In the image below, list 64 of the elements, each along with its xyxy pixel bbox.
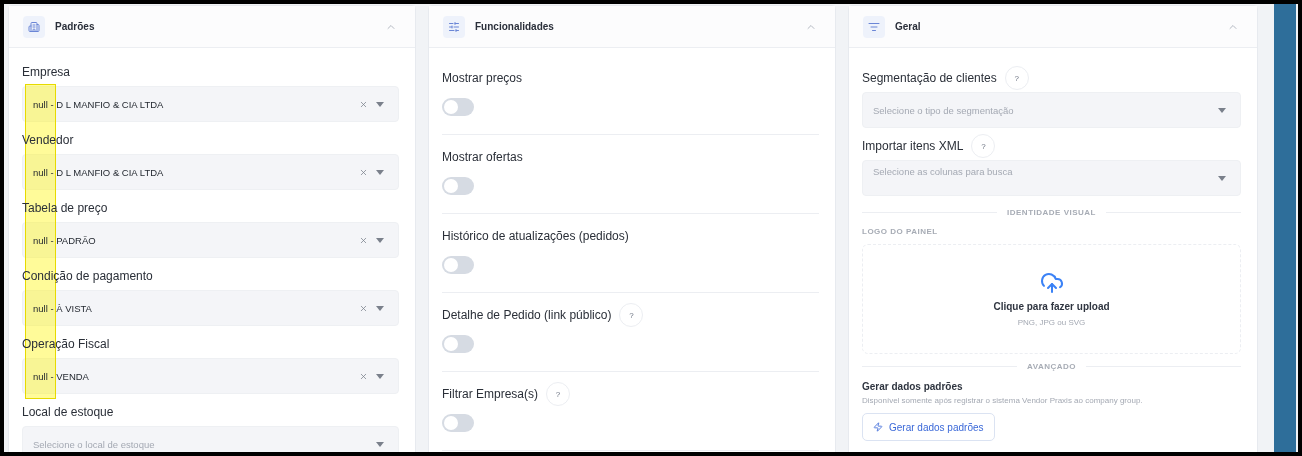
card-title: Padrões bbox=[55, 21, 96, 32]
dropdown-caret-icon bbox=[376, 169, 384, 175]
dropdown-caret-icon bbox=[376, 237, 384, 243]
filter-icon bbox=[868, 20, 880, 33]
logo-label: LOGO DO PAINEL bbox=[862, 227, 939, 236]
card-header[interactable]: Funcionalidades bbox=[429, 6, 835, 48]
card-title: Funcionalidades bbox=[475, 21, 555, 32]
help-button[interactable]: ? bbox=[971, 134, 996, 158]
select-field[interactable]: null - À VISTA bbox=[22, 290, 399, 326]
toggle-switch[interactable] bbox=[442, 335, 474, 353]
clear-icon[interactable] bbox=[359, 167, 368, 177]
sliders-icon bbox=[448, 20, 460, 33]
select-field[interactable]: null - VENDA bbox=[22, 358, 399, 394]
field-label: Importar itens XML bbox=[862, 139, 964, 153]
toggle-switch[interactable] bbox=[442, 98, 474, 116]
section-divider-label: AVANÇADO bbox=[1027, 362, 1077, 371]
toggle-switch[interactable] bbox=[442, 256, 474, 274]
toggle-label: Filtrar Empresa(s) bbox=[442, 387, 538, 401]
generate-button[interactable]: Gerar dados padrões bbox=[862, 413, 995, 441]
select-field[interactable]: null - D L MANFIO & CIA LTDA bbox=[22, 154, 399, 190]
help-button[interactable]: ? bbox=[546, 382, 570, 406]
dropdown-caret-icon bbox=[1218, 176, 1226, 181]
clear-icon[interactable] bbox=[359, 99, 368, 109]
select-placeholder: Selecione o local de estoque bbox=[33, 438, 156, 450]
toggle-label: Mostrar ofertas bbox=[442, 150, 523, 164]
dropdown-caret-icon bbox=[376, 441, 384, 447]
upload-title: Clique para fazer upload bbox=[993, 301, 1110, 312]
help-button[interactable]: ? bbox=[619, 303, 644, 327]
section-title: Gerar dados padrões bbox=[862, 381, 964, 392]
card-title: Geral bbox=[895, 21, 922, 32]
select-placeholder: Selecione as colunas para busca bbox=[873, 166, 1014, 177]
toggle-label: Histórico de atualizações (pedidos) bbox=[442, 229, 629, 243]
select-placeholder: Selecione o tipo de segmentação bbox=[873, 104, 1015, 116]
select-value: null - D L MANFIO & CIA LTDA bbox=[33, 98, 165, 110]
section-divider-label: IDENTIDADE VISUAL bbox=[1007, 208, 1096, 217]
lightning-icon bbox=[873, 422, 883, 432]
upload-cloud-icon bbox=[1039, 271, 1064, 295]
clear-icon[interactable] bbox=[359, 303, 368, 313]
dropdown-caret-icon bbox=[376, 101, 384, 107]
dropdown-caret-icon bbox=[1218, 107, 1226, 113]
clear-icon[interactable] bbox=[359, 371, 368, 381]
select-value: null - D L MANFIO & CIA LTDA bbox=[33, 166, 165, 178]
toggle-switch[interactable] bbox=[442, 414, 474, 432]
select-value: null - À VISTA bbox=[33, 302, 93, 314]
select-field[interactable]: null - D L MANFIO & CIA LTDA bbox=[22, 86, 399, 122]
toggle-label: Mostrar preços bbox=[442, 71, 523, 85]
toggle-label: Detalhe de Pedido (link público) bbox=[442, 308, 612, 322]
upload-area[interactable]: Clique para fazer upload PNG, JPG ou SVG bbox=[862, 244, 1241, 354]
dropdown-caret-icon bbox=[376, 373, 384, 379]
section-description: Disponível somente após registrar o sistema Vendor Praxis ao company group. bbox=[862, 396, 1144, 405]
field-label: Local de estoque bbox=[22, 405, 114, 419]
upload-hint: PNG, JPG ou SVG bbox=[1017, 318, 1086, 327]
card-header[interactable]: Padrões bbox=[9, 6, 415, 48]
card-header[interactable]: Geral bbox=[849, 6, 1257, 48]
field-label: Empresa bbox=[22, 65, 71, 79]
clear-icon[interactable] bbox=[359, 235, 368, 245]
help-button[interactable]: ? bbox=[1004, 66, 1029, 90]
select-value: null - VENDA bbox=[33, 370, 90, 382]
dropdown-caret-icon bbox=[376, 305, 384, 311]
toggle-switch[interactable] bbox=[442, 177, 474, 195]
building-icon bbox=[28, 20, 40, 33]
select-field[interactable]: null - PADRÃO bbox=[22, 222, 399, 258]
select-value: null - PADRÃO bbox=[33, 234, 97, 246]
field-label: Segmentação de clientes bbox=[862, 71, 997, 85]
